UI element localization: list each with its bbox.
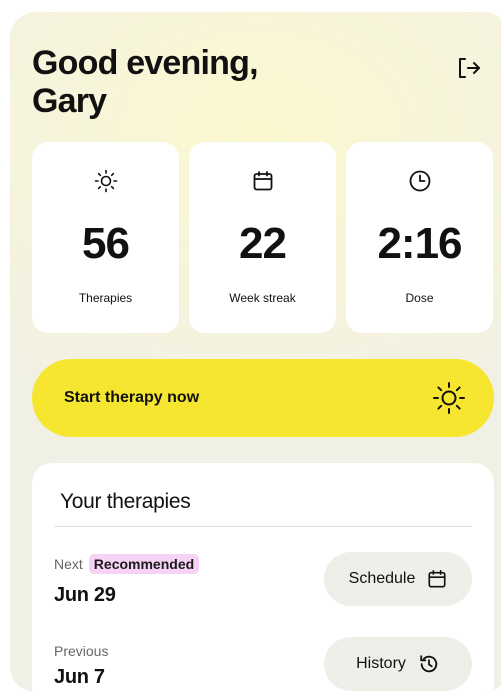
history-label: History [356, 655, 406, 672]
history-icon [420, 655, 438, 673]
recommended-badge: Recommended [88, 554, 200, 574]
schedule-button[interactable]: Schedule [324, 552, 472, 606]
stat-label: Therapies [78, 291, 133, 305]
previous-row-header: Previous [54, 641, 108, 661]
stat-label: Week streak [229, 291, 296, 305]
user-name: Gary [32, 82, 107, 120]
next-date: Jun 29 [54, 584, 116, 606]
greeting-title: Good evening, Gary [32, 44, 372, 120]
history-button[interactable]: History [324, 637, 472, 691]
app-screen: Good evening, Gary 56 Therapies 22 Week … [10, 12, 501, 692]
next-row-header: Next Recommended [54, 554, 200, 574]
logout-icon [459, 58, 480, 78]
sun-icon [94, 169, 117, 193]
stat-card-week-streak: 22 Week streak [189, 142, 336, 333]
therapies-card: Your therapies Next Recommended Jun 29 S… [32, 463, 494, 692]
stat-card-dose: 2:16 Dose [346, 142, 493, 333]
next-label: Next [54, 556, 83, 572]
stat-value: 22 [239, 219, 287, 268]
stat-value: 2:16 [377, 219, 462, 268]
stat-card-therapies: 56 Therapies [32, 142, 179, 333]
start-therapy-label: Start therapy now [64, 389, 200, 406]
clock-icon [409, 170, 430, 192]
stat-label: Dose [405, 291, 434, 305]
previous-label: Previous [54, 643, 109, 659]
previous-date: Jun 7 [54, 666, 105, 688]
divider [54, 526, 472, 527]
calendar-icon [428, 570, 446, 588]
sun-icon [433, 382, 465, 414]
logout-button[interactable] [454, 54, 484, 82]
greeting-line: Good evening, [32, 44, 259, 82]
calendar-icon [253, 171, 272, 191]
schedule-label: Schedule [348, 570, 416, 587]
therapies-title: Your therapies [60, 490, 191, 513]
stat-value: 56 [82, 219, 130, 268]
start-therapy-button[interactable]: Start therapy now [32, 359, 494, 437]
